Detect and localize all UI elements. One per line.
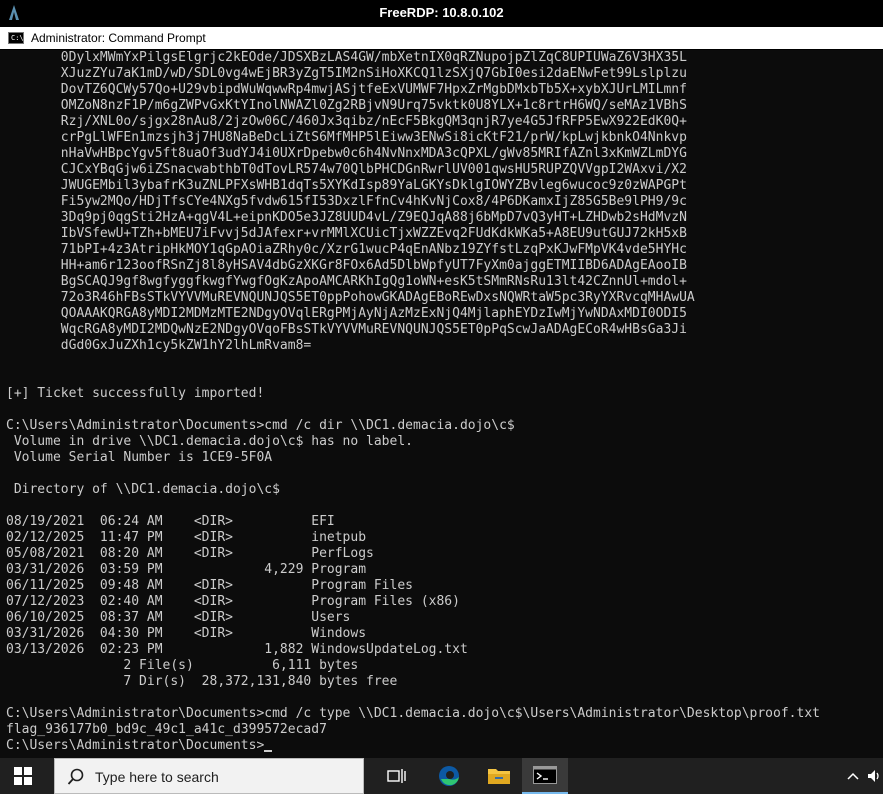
console-line: JWUGEMbil3ybafrK3uZNLPFXsWHB1dqTs5XYKdIs… bbox=[6, 178, 687, 193]
console-line: 02/12/2025 11:47 PM <DIR> inetpub bbox=[6, 530, 367, 545]
console-line: nHaVwHBpcYgv5ft8uaOf3udYJ4i0UXrDpebw0c6h… bbox=[6, 146, 687, 161]
cmd-title-bar[interactable]: C:\ Administrator: Command Prompt bbox=[0, 27, 883, 49]
taskbar-edge-button[interactable] bbox=[426, 758, 472, 794]
console-line: C:\Users\Administrator\Documents>cmd /c … bbox=[6, 706, 820, 721]
console-line: 72o3R46hFBsSTkVYVVMuREVNQUNJQS5ET0ppPoho… bbox=[6, 290, 695, 305]
windows-start-icon bbox=[14, 767, 32, 785]
rdp-title: FreeRDP: 10.8.0.102 bbox=[379, 5, 504, 20]
file-explorer-icon bbox=[488, 769, 510, 784]
taskbar-file-explorer-button[interactable] bbox=[476, 758, 522, 794]
console-line: crPgLlWFEn1mzsjh3j7HU8NaBeDcLiZtS6MfMHP5… bbox=[6, 130, 687, 145]
console-line: 07/12/2023 02:40 AM <DIR> Program Files … bbox=[6, 594, 460, 609]
console-output[interactable]: 0DylxMWmYxPilgsElgrjc2kEOde/JDSXBzLAS4GW… bbox=[0, 50, 883, 758]
console-line: 08/19/2021 06:24 AM <DIR> EFI bbox=[6, 514, 335, 529]
console-line: Volume Serial Number is 1CE9-5F0A bbox=[6, 450, 273, 465]
chevron-up-icon bbox=[847, 772, 859, 780]
search-placeholder: Type here to search bbox=[95, 769, 219, 785]
console-text: 0DylxMWmYxPilgsElgrjc2kEOde/JDSXBzLAS4GW… bbox=[0, 50, 883, 754]
console-line: 0DylxMWmYxPilgsElgrjc2kEOde/JDSXBzLAS4GW… bbox=[6, 50, 687, 65]
console-line: C:\Users\Administrator\Documents> bbox=[6, 738, 265, 753]
console-line: WqcRGA8yMDI2MDQwNzE2NDgyOVqoFBsSTkVYVVMu… bbox=[6, 322, 687, 337]
console-line: BgSCAQJ9gf8wgfyggfkwgfYwgfOgKzApoAMCARKh… bbox=[6, 274, 687, 289]
console-line: QOAAAKQRGA8yMDI2MDMzMTE2NDgyOVqlERgPMjAy… bbox=[6, 306, 687, 321]
cmd-window-title: Administrator: Command Prompt bbox=[31, 31, 206, 45]
console-line: 7 Dir(s) 28,372,131,840 bytes free bbox=[6, 674, 398, 689]
console-line: DovTZ6QCWy57Qo+U29vbipdWuWqwwRp4mwjASjtf… bbox=[6, 82, 687, 97]
console-line: 03/31/2026 03:59 PM 4,229 Program bbox=[6, 562, 367, 577]
text-cursor bbox=[264, 750, 273, 752]
console-line: 71bPI+4z3AtripHkMOY1qGpAOiaZRhy0c/XzrG1w… bbox=[6, 242, 687, 257]
taskbar-cmd-button[interactable] bbox=[522, 758, 568, 794]
task-view-button[interactable] bbox=[374, 758, 420, 794]
rdp-title-bar: FreeRDP: 10.8.0.102 bbox=[0, 0, 883, 26]
console-line: XJuzZYu7aK1mD/wD/SDL0vg4wEjBR3yZgT5IM2nS… bbox=[6, 66, 687, 81]
console-line: 05/08/2021 08:20 AM <DIR> PerfLogs bbox=[6, 546, 374, 561]
console-line: [+] Ticket successfully imported! bbox=[6, 386, 265, 401]
console-line: C:\Users\Administrator\Documents>cmd /c … bbox=[6, 418, 515, 433]
console-line: HH+am6r123oofRSnZj8l8yHSAV4dbGzXKGr8FOx6… bbox=[6, 258, 687, 273]
console-line: 3Dq9pj0qgSti2HzA+qgV4L+eipnKDO5e3JZ8UUD4… bbox=[6, 210, 687, 225]
console-line: Fi5yw2MQo/HDjTfsCYe4NXg5fvdw615fI53DxzlF… bbox=[6, 194, 687, 209]
show-hidden-icons-button[interactable] bbox=[838, 758, 868, 794]
command-prompt-window-icon: C:\ bbox=[8, 32, 24, 44]
console-line: flag_936177b0_bd9c_49c1_a41c_d399572ecad… bbox=[6, 722, 327, 737]
console-line: Volume in drive \\DC1.demacia.dojo\c$ ha… bbox=[6, 434, 413, 449]
start-button[interactable] bbox=[0, 758, 46, 794]
taskbar-search-box[interactable]: Type here to search bbox=[54, 758, 364, 794]
search-icon bbox=[67, 768, 84, 785]
task-view-icon bbox=[387, 769, 406, 783]
command-prompt-icon bbox=[533, 766, 557, 784]
console-line: CJCxYBqGjw6iZSnacwabthbT0dTovLR574w70Qlb… bbox=[6, 162, 687, 177]
console-line: Rzj/XNL0o/sjgx28nAu8/2jzOw06C/460Jx3qibz… bbox=[6, 114, 687, 129]
edge-browser-icon bbox=[439, 766, 459, 786]
console-line: 06/10/2025 08:37 AM <DIR> Users bbox=[6, 610, 351, 625]
console-line: OMZoN8nzF1P/m6gZWPvGxKtYInolNWAZl0Zg2RBj… bbox=[6, 98, 687, 113]
console-line: Directory of \\DC1.demacia.dojo\c$ bbox=[6, 482, 280, 497]
console-line: dGd0GxJuZXh1cy5kZW1hY2lhLmRvam8= bbox=[6, 338, 312, 353]
console-line: 03/31/2026 04:30 PM <DIR> Windows bbox=[6, 626, 367, 641]
console-line: IbVSfewU+TZh+bMEU7iFvvj5dJAfexr+vrMMlXCU… bbox=[6, 226, 687, 241]
volume-button[interactable] bbox=[866, 758, 883, 794]
taskbar: Type here to search bbox=[0, 758, 883, 794]
console-line: 06/11/2025 09:48 AM <DIR> Program Files bbox=[6, 578, 413, 593]
console-line: 03/13/2026 02:23 PM 1,882 WindowsUpdateL… bbox=[6, 642, 468, 657]
speaker-icon bbox=[867, 770, 879, 782]
console-line: 2 File(s) 6,111 bytes bbox=[6, 658, 359, 673]
